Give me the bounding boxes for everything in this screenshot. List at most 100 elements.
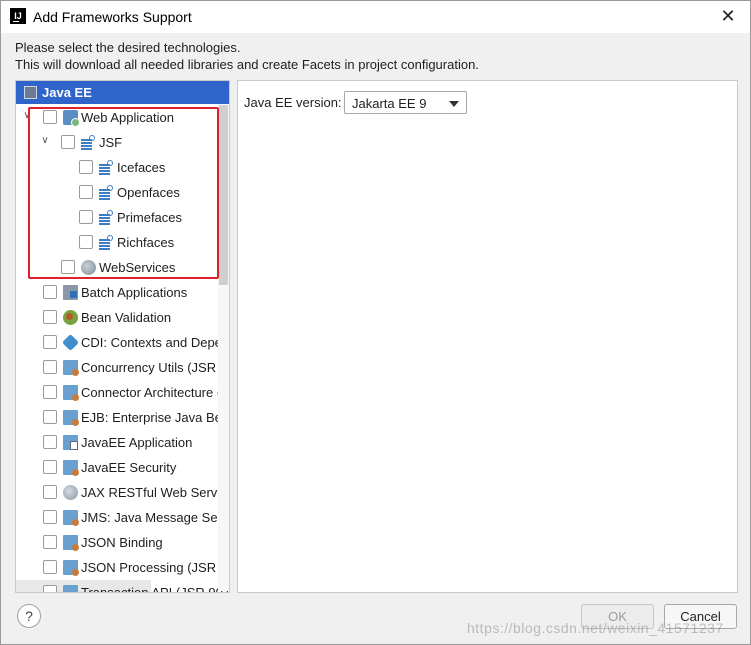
- checkbox[interactable]: [79, 160, 93, 174]
- tree-item-label: Bean Validation: [81, 310, 172, 325]
- checkbox[interactable]: [61, 135, 75, 149]
- tree-item-richfaces[interactable]: Richfaces: [16, 230, 229, 255]
- tree-item-javaee-security[interactable]: JavaEE Security: [16, 455, 229, 480]
- bean-icon: [63, 310, 78, 325]
- tree-item-label: Richfaces: [117, 235, 175, 250]
- jsf-icon: [99, 235, 114, 250]
- java-ee-version-label: Java EE version:: [244, 95, 342, 110]
- tree-item-label: JSF: [99, 135, 123, 150]
- tree-item-java-ee[interactable]: Java EE: [16, 81, 229, 104]
- module-icon: [63, 385, 79, 401]
- tree-item-jax-rs[interactable]: JAX RESTful Web Services: [16, 480, 230, 505]
- tree-item-label: JMS: Java Message Servic: [81, 510, 230, 525]
- checkbox[interactable]: [79, 185, 93, 199]
- tree-item-javaee-application[interactable]: JavaEE Application: [16, 430, 229, 455]
- checkbox[interactable]: [43, 510, 57, 524]
- globe-icon: [63, 485, 78, 500]
- tree-item-jsf[interactable]: ∨ JSF: [16, 130, 229, 155]
- checkbox[interactable]: [43, 385, 57, 399]
- tree-item-label: Icefaces: [117, 160, 166, 175]
- close-button[interactable]: ✕: [716, 5, 740, 29]
- java-ee-icon: [24, 86, 37, 99]
- tree-item-label: Primefaces: [117, 210, 183, 225]
- tree-header-label: Java EE: [42, 85, 92, 100]
- tree-item-label: JSON Binding: [81, 535, 163, 550]
- tree-item-label: WebServices: [99, 260, 176, 275]
- globe-icon: [81, 260, 96, 275]
- chevron-down-icon[interactable]: ∨: [22, 111, 32, 121]
- settings-panel: [237, 80, 738, 593]
- tree-item-label: Concurrency Utils (JSR 236: [81, 360, 230, 375]
- tree-item-cdi[interactable]: CDI: Contexts and Depend: [16, 330, 230, 355]
- module-icon: [63, 560, 79, 576]
- checkbox[interactable]: [43, 285, 57, 299]
- tree-item-icefaces[interactable]: Icefaces: [16, 155, 229, 180]
- dropdown-arrow-icon: [449, 101, 459, 107]
- app-icon: [63, 435, 78, 450]
- tree-item-label: JAX RESTful Web Services: [81, 485, 230, 500]
- tree-item-label: Transaction API (JSR 907): [81, 585, 230, 593]
- tree-scrollbar-thumb[interactable]: [219, 105, 228, 285]
- checkbox[interactable]: [79, 235, 93, 249]
- tree-item-concurrency-utils[interactable]: Concurrency Utils (JSR 236: [16, 355, 230, 380]
- tree-item-openfaces[interactable]: Openfaces: [16, 180, 229, 205]
- watermark-text: https://blog.csdn.net/weixin_41571237: [467, 620, 724, 636]
- cdi-icon: [62, 334, 79, 351]
- checkbox[interactable]: [43, 585, 57, 592]
- tree-item-batch-applications[interactable]: Batch Applications: [16, 280, 229, 305]
- tree-item-label: CDI: Contexts and Depend: [81, 335, 230, 350]
- jsf-icon: [99, 210, 114, 225]
- checkbox[interactable]: [43, 360, 57, 374]
- java-ee-version-select[interactable]: Jakarta EE 9: [344, 91, 467, 114]
- tree-item-primefaces[interactable]: Primefaces: [16, 205, 229, 230]
- checkbox[interactable]: [43, 560, 57, 574]
- checkbox[interactable]: [43, 410, 57, 424]
- tree-item-label: EJB: Enterprise Java Beans: [81, 410, 230, 425]
- dialog-title: Add Frameworks Support: [33, 9, 192, 25]
- tree-item-webservices[interactable]: WebServices: [16, 255, 229, 280]
- tree-item-connector-architecture[interactable]: Connector Architecture (JS: [16, 380, 230, 405]
- jsf-icon: [99, 160, 114, 175]
- tree-item-ejb[interactable]: EJB: Enterprise Java Beans: [16, 405, 230, 430]
- tree-item-label: JavaEE Application: [81, 435, 193, 450]
- tree-item-bean-validation[interactable]: Bean Validation: [16, 305, 229, 330]
- tree-item-transaction-api[interactable]: Transaction API (JSR 907): [16, 580, 229, 592]
- description-line-2: This will download all needed libraries …: [15, 57, 479, 72]
- jsf-icon: [81, 135, 96, 150]
- checkbox[interactable]: [43, 535, 57, 549]
- tree-item-json-binding[interactable]: JSON Binding: [16, 530, 229, 555]
- tree-item-label: JavaEE Security: [81, 460, 177, 475]
- tree-item-label: JSON Processing (JSR 353: [81, 560, 230, 575]
- module-icon: [63, 410, 79, 426]
- module-icon: [63, 535, 79, 551]
- checkbox[interactable]: [43, 110, 57, 124]
- module-icon: [63, 360, 79, 376]
- tree-item-label: Connector Architecture (JS: [81, 385, 230, 400]
- title-bar: IJ Add Frameworks Support ✕: [1, 1, 750, 33]
- jsf-icon: [99, 185, 114, 200]
- technology-tree[interactable]: Java EE ∨ Web Application ∨ JSF Icefaces…: [15, 80, 230, 593]
- help-button[interactable]: ?: [17, 604, 41, 628]
- description-line-1: Please select the desired technologies.: [15, 40, 241, 55]
- tree-item-label: Batch Applications: [81, 285, 188, 300]
- module-icon: [63, 510, 79, 526]
- checkbox[interactable]: [43, 485, 57, 499]
- checkbox[interactable]: [43, 335, 57, 349]
- checkbox[interactable]: [61, 260, 75, 274]
- tree-item-web-application[interactable]: ∨ Web Application: [16, 105, 229, 130]
- tree-item-label: Web Application: [81, 110, 174, 125]
- checkbox[interactable]: [79, 210, 93, 224]
- tree-item-label: Openfaces: [117, 185, 180, 200]
- dialog-window: IJ Add Frameworks Support ✕ Please selec…: [0, 0, 751, 645]
- module-icon: [63, 585, 78, 592]
- checkbox[interactable]: [43, 460, 57, 474]
- java-ee-version-value: Jakarta EE 9: [352, 96, 427, 111]
- intellij-logo-icon: IJ: [10, 8, 26, 24]
- web-app-icon: [63, 110, 80, 127]
- tree-item-jms[interactable]: JMS: Java Message Servic: [16, 505, 230, 530]
- chevron-down-icon[interactable]: ∨: [40, 136, 50, 146]
- tree-item-json-processing[interactable]: JSON Processing (JSR 353: [16, 555, 230, 580]
- folder-icon: [63, 285, 78, 300]
- checkbox[interactable]: [43, 435, 57, 449]
- checkbox[interactable]: [43, 310, 57, 324]
